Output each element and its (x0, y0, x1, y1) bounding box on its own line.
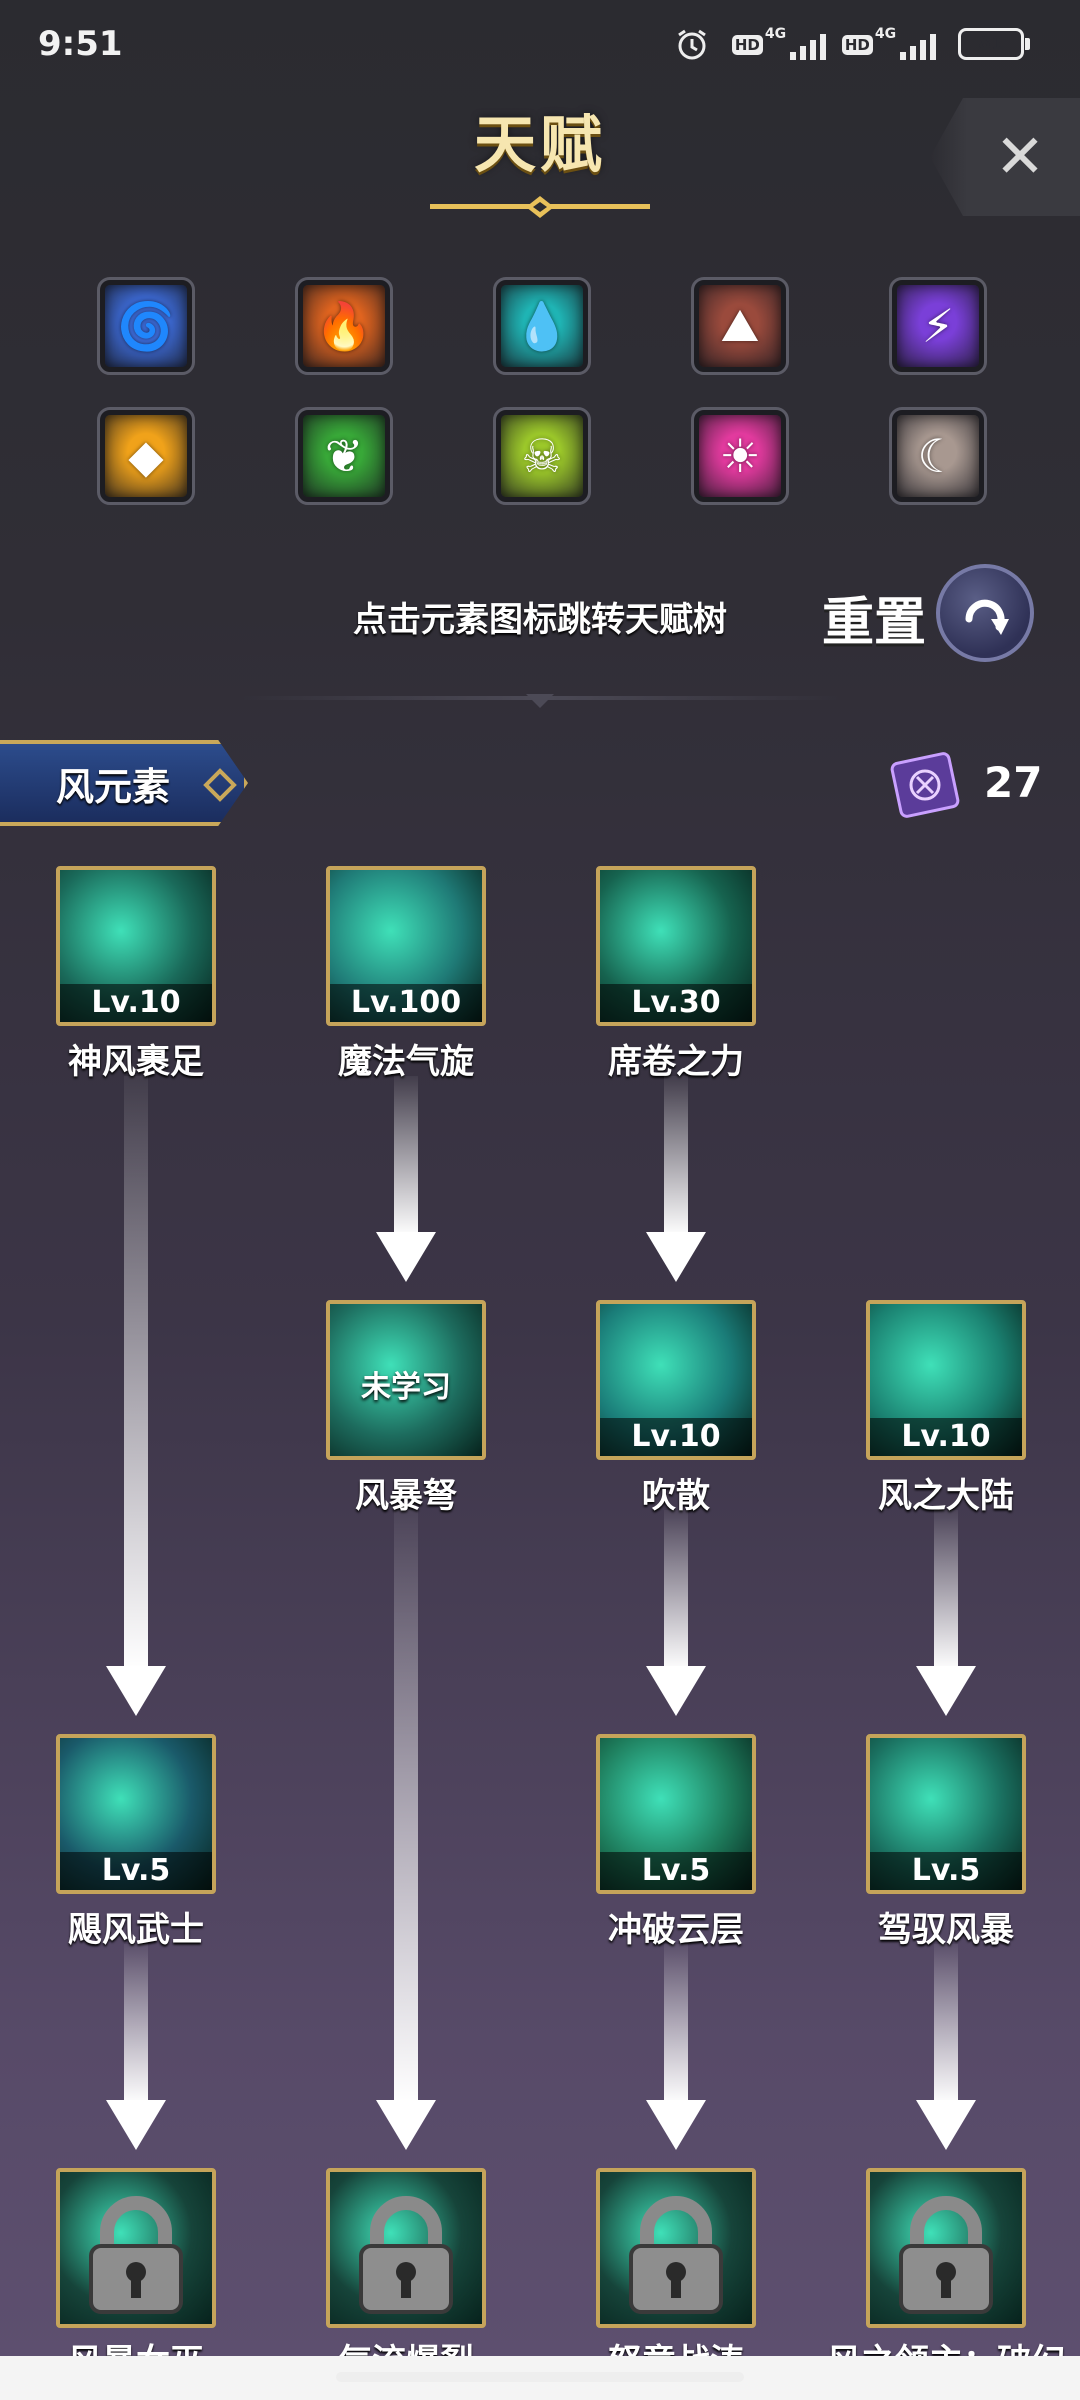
skill-node-s2[interactable]: Lv.100 (326, 866, 486, 1026)
arrow-shaft (664, 1510, 688, 1670)
skill-level: Lv.5 (600, 1852, 752, 1890)
battery-cap (1025, 38, 1030, 50)
skill-level: Lv.10 (870, 1418, 1022, 1456)
lock-icon (89, 2196, 183, 2314)
arrow-head (646, 2100, 706, 2150)
arrow-head (916, 2100, 976, 2150)
skill-level: Lv.30 (600, 984, 752, 1022)
element-tab-skull[interactable]: ☠ (493, 407, 591, 505)
network-label-2: 4G (874, 26, 897, 42)
rock-icon: ⛰ (720, 298, 760, 352)
signal-icon: HD 4G (724, 26, 844, 64)
arrow-shaft (664, 1076, 688, 1236)
hd-badge: HD (731, 35, 763, 55)
element-tab-tornado[interactable]: 🌀 (97, 277, 195, 375)
lightning-icon: ⚡ (921, 299, 955, 353)
reset-arrow-icon (965, 599, 1009, 635)
network-label: 4G (764, 26, 787, 42)
element-tab-light-crystal[interactable]: ◆ (97, 407, 195, 505)
skill-level: Lv.10 (60, 984, 212, 1022)
fire-icon: 🔥 (315, 298, 373, 353)
arrow-shaft (124, 1076, 148, 1670)
scroll-icon (890, 752, 960, 818)
element-tab-leaf[interactable]: ❦ (295, 407, 393, 505)
light-crystal-icon: ◆ (128, 429, 164, 483)
tree-arrow (646, 1944, 706, 2150)
lock-icon (629, 2196, 723, 2314)
tree-arrow (106, 1944, 166, 2150)
element-name: 风元素 (56, 764, 171, 809)
alarm-icon (672, 26, 712, 64)
skill-node-s9[interactable]: Lv.5 (866, 1734, 1026, 1894)
skill-node-s11[interactable] (326, 2168, 486, 2328)
skill-node-s1[interactable]: Lv.10 (56, 866, 216, 1026)
element-tab-sun[interactable]: ☀ (691, 407, 789, 505)
home-indicator[interactable] (336, 2372, 744, 2382)
tree-arrow (376, 1510, 436, 2150)
skill-node-s13[interactable] (866, 2168, 1026, 2328)
arrow-shaft (934, 1510, 958, 1670)
arrow-head (106, 2100, 166, 2150)
banner-ornament-icon (203, 768, 237, 802)
skill-level: Lv.5 (870, 1852, 1022, 1890)
skill-node-s5[interactable]: Lv.10 (596, 1300, 756, 1460)
element-tab-fire[interactable]: 🔥 (295, 277, 393, 375)
divider-tip (526, 694, 554, 708)
arrow-head (376, 1232, 436, 1282)
skill-node-s7[interactable]: Lv.5 (56, 1734, 216, 1894)
skull-icon: ☠ (521, 429, 563, 483)
element-tab-lightning[interactable]: ⚡ (889, 277, 987, 375)
signal-icon-2: HD 4G (834, 26, 954, 64)
tree-arrow (646, 1510, 706, 1716)
arrow-head (106, 1666, 166, 1716)
lock-icon (899, 2196, 993, 2314)
status-time: 9:51 (38, 24, 123, 64)
title-underline (430, 196, 650, 218)
skill-node-s3[interactable]: Lv.30 (596, 866, 756, 1026)
battery-level: 81 (978, 33, 1004, 54)
arrow-shaft (934, 1944, 958, 2104)
hd-badge-2: HD (841, 35, 873, 55)
tree-arrow (376, 1076, 436, 1282)
arrow-shaft (394, 1510, 418, 2104)
skill-status: 未学习 (361, 1370, 451, 1405)
page-title: 天赋 (473, 108, 606, 181)
element-tab-rock[interactable]: ⛰ (691, 277, 789, 375)
skill-node-s10[interactable] (56, 2168, 216, 2328)
sun-icon: ☀ (719, 429, 761, 483)
close-icon: ✕ (994, 122, 1046, 192)
arrow-shaft (394, 1076, 418, 1236)
reset-label[interactable]: 重置 (822, 580, 926, 655)
skill-level: Lv.5 (60, 1852, 212, 1890)
talent-points: 27 (984, 758, 1043, 807)
lock-icon (359, 2196, 453, 2314)
tree-arrow (106, 1076, 166, 1716)
tree-arrow (916, 1510, 976, 1716)
arrow-head (376, 2100, 436, 2150)
tornado-icon: 🌀 (117, 298, 175, 353)
skill-node-s12[interactable] (596, 2168, 756, 2328)
reset-button[interactable] (936, 564, 1034, 662)
skill-node-s8[interactable]: Lv.5 (596, 1734, 756, 1894)
element-tab-water-drop[interactable]: 💧 (493, 277, 591, 375)
battery-icon: 81 (958, 28, 1024, 60)
tree-arrow (646, 1076, 706, 1282)
arrow-head (916, 1666, 976, 1716)
skill-node-s4[interactable]: 未学习 (326, 1300, 486, 1460)
skill-level: Lv.100 (330, 984, 482, 1022)
skill-level: Lv.10 (600, 1418, 752, 1456)
arrow-shaft (124, 1944, 148, 2104)
skill-node-s6[interactable]: Lv.10 (866, 1300, 1026, 1460)
arrow-head (646, 1232, 706, 1282)
element-tab-moon[interactable]: ☾ (889, 407, 987, 505)
arrow-shaft (664, 1944, 688, 2104)
tree-arrow (916, 1944, 976, 2150)
arrow-head (646, 1666, 706, 1716)
leaf-icon: ❦ (324, 429, 364, 483)
water-drop-icon: 💧 (513, 298, 571, 353)
moon-icon: ☾ (917, 429, 959, 483)
